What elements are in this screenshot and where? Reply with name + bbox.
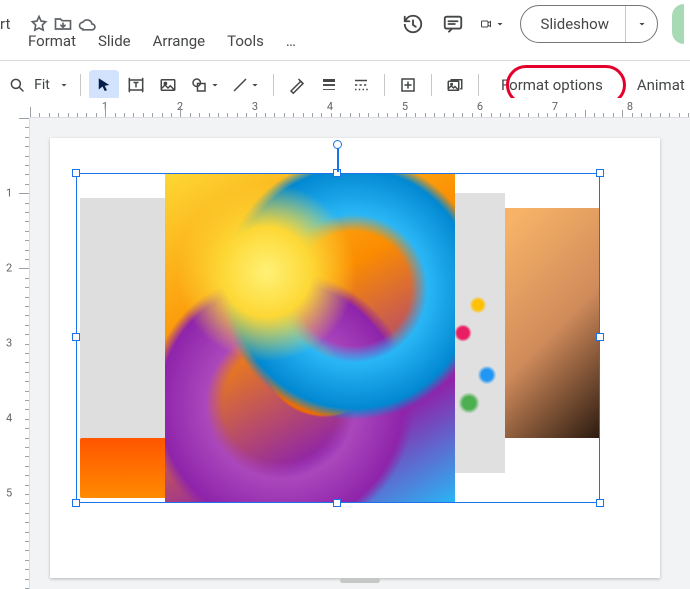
comments-icon[interactable] [440,11,466,37]
menu-more[interactable]: … [276,28,306,54]
select-tool[interactable] [89,70,119,100]
canvas-area: 1 2 3 4 5 6 7 8 /*ticks drawn below via … [0,98,690,589]
format-options-button[interactable]: Format options [487,68,617,102]
menu-format[interactable]: Format [18,28,86,54]
toolbar-separator [431,74,432,96]
ruler-num: 4 [327,100,333,113]
chevron-down-icon [58,79,70,91]
ruler-num: 4 [6,412,12,425]
vertical-ruler[interactable]: 1 2 3 4 5 [0,118,30,589]
border-dash-tool[interactable] [346,70,376,100]
ruler-num: 5 [402,100,408,113]
selection-box[interactable] [76,173,600,503]
resize-handle-w[interactable] [72,333,80,341]
zoom-level-label: Fit [28,77,56,93]
slideshow-button[interactable]: Slideshow [520,5,658,43]
textbox-tool[interactable] [121,70,151,100]
ruler-num: 5 [6,487,12,500]
line-tool[interactable] [227,70,265,100]
ruler-num: 2 [6,262,12,275]
resize-handle-ne[interactable] [596,169,604,177]
menu-slide[interactable]: Slide [88,28,141,54]
replace-image-tool[interactable] [440,70,470,100]
avatar-partial[interactable] [672,4,684,44]
chevron-down-icon [249,79,261,91]
resize-handle-sw[interactable] [72,499,80,507]
resize-handle-nw[interactable] [72,169,80,177]
slideshow-label: Slideshow [521,15,625,33]
toolbar-separator [273,74,274,96]
slideshow-dropdown-icon[interactable] [625,6,657,42]
menu-tools[interactable]: Tools [217,28,274,54]
resize-handle-e[interactable] [596,333,604,341]
crop-image-tool[interactable] [393,70,423,100]
magnifier-icon [8,76,26,94]
rotate-handle[interactable] [333,140,342,149]
ruler-num: 3 [252,100,258,113]
slide[interactable] [50,138,660,578]
menu-arrange[interactable]: Arrange [143,28,215,54]
ruler-num: 8 [627,100,633,113]
speaker-notes-drag-handle[interactable] [340,578,380,583]
shape-tool[interactable] [185,70,225,100]
ruler-num: 1 [6,187,12,200]
version-history-icon[interactable] [400,11,426,37]
toolbar-separator [384,74,385,96]
rotate-stem [337,148,339,172]
image-tool[interactable] [153,70,183,100]
zoom-control[interactable]: Fit [6,70,72,100]
chevron-down-icon [209,79,221,91]
ruler-num: 7 [552,100,558,113]
border-weight-tool[interactable] [314,70,344,100]
resize-handle-s[interactable] [333,499,341,507]
ruler-num: 3 [6,337,12,350]
horizontal-ruler[interactable]: 1 2 3 4 5 6 7 8 /*ticks drawn below via … [30,98,690,118]
animate-button-partial[interactable]: Animat [623,68,685,102]
toolbar-separator [80,74,81,96]
resize-handle-se[interactable] [596,499,604,507]
border-color-tool[interactable] [282,70,312,100]
ruler-num: 6 [477,100,483,113]
editor-stage[interactable] [30,118,690,589]
present-meet-icon[interactable] [480,11,506,37]
toolbar-separator [478,74,479,96]
